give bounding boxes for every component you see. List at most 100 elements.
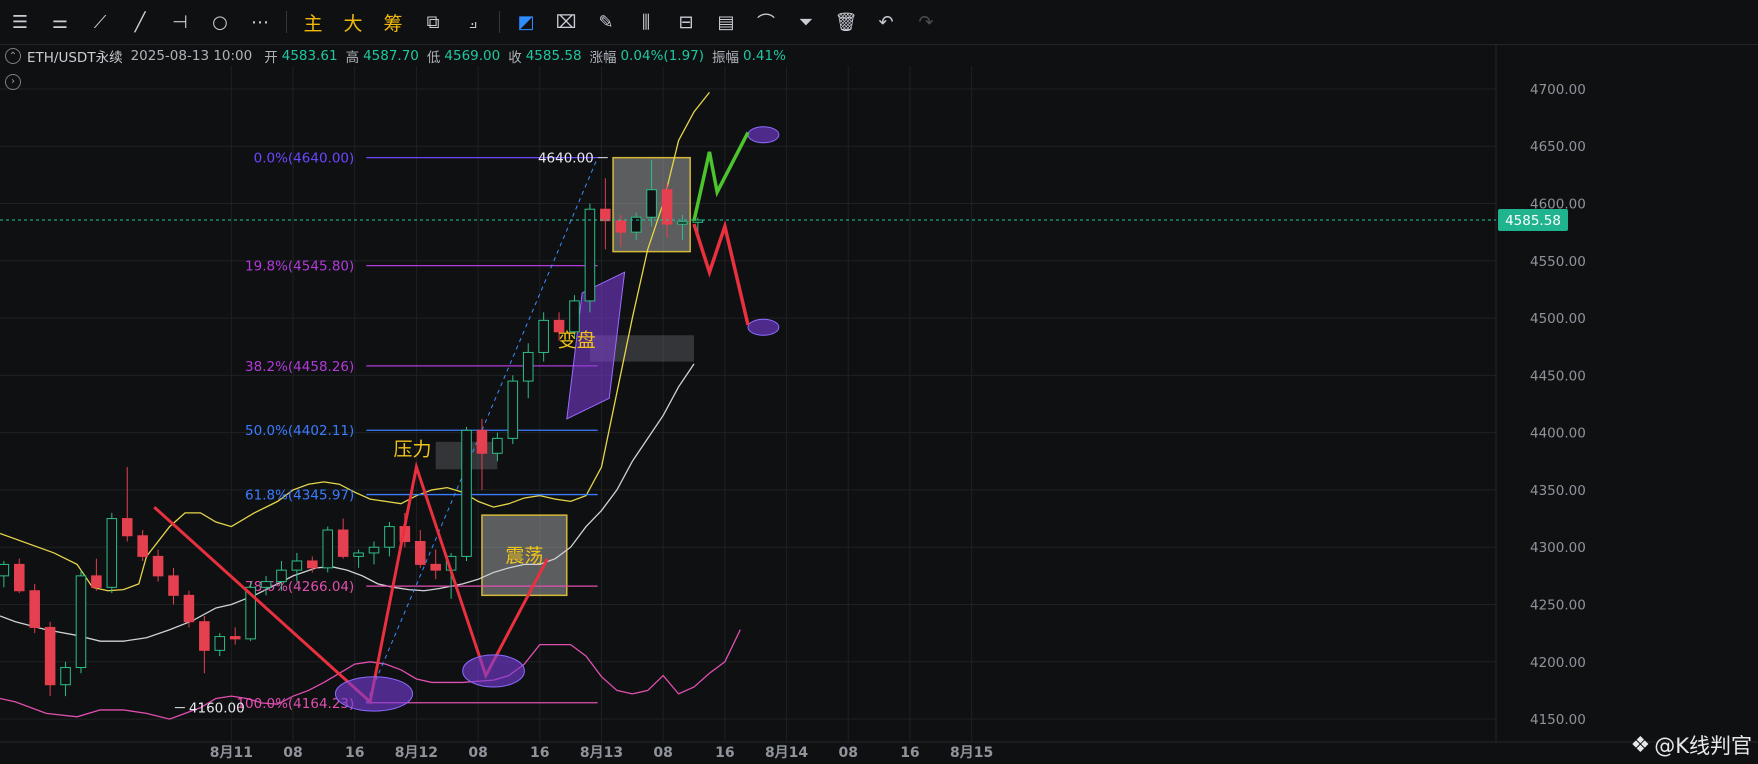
menu-icon[interactable]: ☰ bbox=[0, 0, 40, 44]
highlight-ellipse bbox=[334, 676, 414, 712]
collapse-up-icon[interactable]: ⌃ bbox=[5, 48, 21, 64]
candle-body bbox=[677, 221, 688, 225]
candlestick-chart[interactable]: 4150.00 4200.00 4250.00 4300.00 4350.00 4400.… bbox=[0, 0, 1758, 764]
candle-body bbox=[276, 569, 287, 583]
x-tick-label: 08 bbox=[468, 745, 487, 761]
y-tick-label: 4500.00 bbox=[1530, 311, 1586, 327]
change-label: 涨幅 bbox=[589, 50, 617, 66]
candle-body bbox=[152, 555, 164, 577]
candle-body bbox=[615, 220, 627, 233]
magnet-icon[interactable]: ⌒ bbox=[746, 0, 786, 44]
annotation-label: 压力 bbox=[394, 439, 432, 461]
highlight-ellipse bbox=[462, 654, 525, 688]
high-label: 高 bbox=[345, 50, 360, 66]
ray-line-icon[interactable]: ⟋ bbox=[80, 0, 120, 44]
candle-body bbox=[291, 560, 303, 571]
candle-body bbox=[353, 552, 364, 557]
filter-icon[interactable]: ⏷ bbox=[786, 0, 826, 44]
y-tick-label: 4400.00 bbox=[1530, 426, 1586, 442]
candle-body bbox=[600, 208, 611, 222]
candle-body bbox=[492, 437, 503, 454]
note-icon[interactable]: ▤ bbox=[706, 0, 746, 44]
candle-body bbox=[630, 216, 642, 233]
y-tick-label: 4550.00 bbox=[1530, 254, 1586, 270]
zone-label: 震荡 bbox=[505, 545, 543, 567]
candle-body bbox=[229, 636, 241, 640]
candle-body bbox=[476, 429, 488, 454]
fib-level-label: 19.8%(4545.80) bbox=[245, 259, 354, 275]
fib-level-label: 38.2%(4458.26) bbox=[245, 359, 354, 375]
candle-body bbox=[646, 189, 657, 218]
open-label: 开 bbox=[264, 50, 278, 66]
measure-icon[interactable]: ⟓ bbox=[453, 0, 493, 44]
x-tick-label: 16 bbox=[715, 745, 734, 761]
circle-icon[interactable]: ○ bbox=[200, 0, 240, 44]
main-indicator-button[interactable]: 主 bbox=[293, 0, 333, 44]
change-value: 0.04%(1.97) bbox=[620, 48, 705, 64]
candle-body bbox=[183, 594, 195, 623]
y-tick-label: 4150.00 bbox=[1530, 712, 1586, 728]
x-tick-label: 8月12 bbox=[395, 745, 438, 761]
candle-body bbox=[29, 590, 40, 628]
candle-body bbox=[661, 189, 673, 225]
y-tick-label: 4650.00 bbox=[1530, 139, 1586, 155]
undo-icon[interactable]: ↶ bbox=[866, 0, 906, 44]
watermark-text: @K线判官 bbox=[1654, 734, 1752, 758]
candle-body bbox=[91, 575, 102, 588]
candle-body bbox=[168, 575, 179, 596]
toolbar-divider bbox=[286, 11, 287, 33]
candle-body bbox=[414, 540, 426, 565]
y-tick-label: 4450.00 bbox=[1530, 368, 1586, 384]
position-icon[interactable]: ⊟ bbox=[666, 0, 706, 44]
x-tick-label: 16 bbox=[530, 745, 549, 761]
candle-body bbox=[0, 563, 10, 577]
fib-level-label: 50.0%(4402.11) bbox=[245, 423, 354, 439]
trend-line-icon[interactable]: ╱ bbox=[120, 0, 160, 44]
open-value: 4583.61 bbox=[281, 48, 338, 64]
brush-icon[interactable]: ✎ bbox=[586, 0, 626, 44]
candle-body bbox=[44, 626, 56, 686]
candle-body bbox=[137, 535, 148, 557]
low-price-marker: 4160.00 bbox=[189, 701, 245, 717]
candle-body bbox=[584, 208, 596, 302]
close-value: 4585.58 bbox=[525, 48, 582, 64]
fib-level-label: 61.8%(4345.97) bbox=[245, 488, 354, 504]
candle-compare-icon[interactable]: ⫼ bbox=[626, 0, 666, 44]
symbol-label: ETH/USDT永续 bbox=[27, 50, 123, 66]
x-tick-label: 08 bbox=[283, 745, 302, 761]
candle-body bbox=[75, 575, 87, 669]
candle-body bbox=[384, 526, 395, 548]
candle-body bbox=[307, 560, 318, 569]
bearish-scenario-path bbox=[692, 220, 750, 326]
candle-body bbox=[260, 581, 272, 588]
low-value: 4569.00 bbox=[444, 48, 501, 64]
y-tick-label: 4700.00 bbox=[1530, 82, 1586, 98]
candle-body bbox=[337, 529, 349, 557]
x-tick-label: 8月14 bbox=[765, 745, 808, 761]
fib-level-label: 0.0%(4640.00) bbox=[254, 151, 355, 167]
ohlc-info-bar: ⌃ ETH/USDT永续 2025-08-13 10:00 开 4583.61 高… bbox=[0, 46, 786, 66]
trash-icon[interactable]: 🗑 bbox=[826, 0, 866, 44]
candle-body bbox=[60, 667, 71, 686]
chips-button[interactable]: 筹 bbox=[373, 0, 413, 44]
big-order-button[interactable]: 大 bbox=[333, 0, 373, 44]
expand-indicators-icon[interactable]: › bbox=[5, 73, 21, 90]
indicator-template-icon[interactable]: ⧉ bbox=[413, 0, 453, 44]
draw-select-icon[interactable]: ◩ bbox=[506, 0, 546, 44]
high-value: 4587.70 bbox=[363, 48, 419, 64]
more-icon[interactable]: ⋯ bbox=[240, 0, 280, 44]
candle-body bbox=[507, 380, 519, 439]
candle-body bbox=[368, 546, 380, 554]
candle-body bbox=[13, 563, 25, 592]
x-tick-label: 08 bbox=[839, 745, 858, 761]
settings-lines-icon[interactable]: ⚌ bbox=[40, 0, 80, 44]
candle-body bbox=[569, 300, 580, 333]
horizontal-line-icon[interactable]: ⊣ bbox=[160, 0, 200, 44]
x-tick-label: 8月13 bbox=[580, 745, 623, 761]
ruler-icon[interactable]: ⌧ bbox=[546, 0, 586, 44]
current-price-label: 4585.58 bbox=[1505, 213, 1561, 229]
redo-icon[interactable]: ↷ bbox=[906, 0, 946, 44]
x-tick-label: 8月11 bbox=[210, 745, 253, 761]
candle-body bbox=[522, 351, 534, 382]
candle-body bbox=[214, 636, 226, 651]
